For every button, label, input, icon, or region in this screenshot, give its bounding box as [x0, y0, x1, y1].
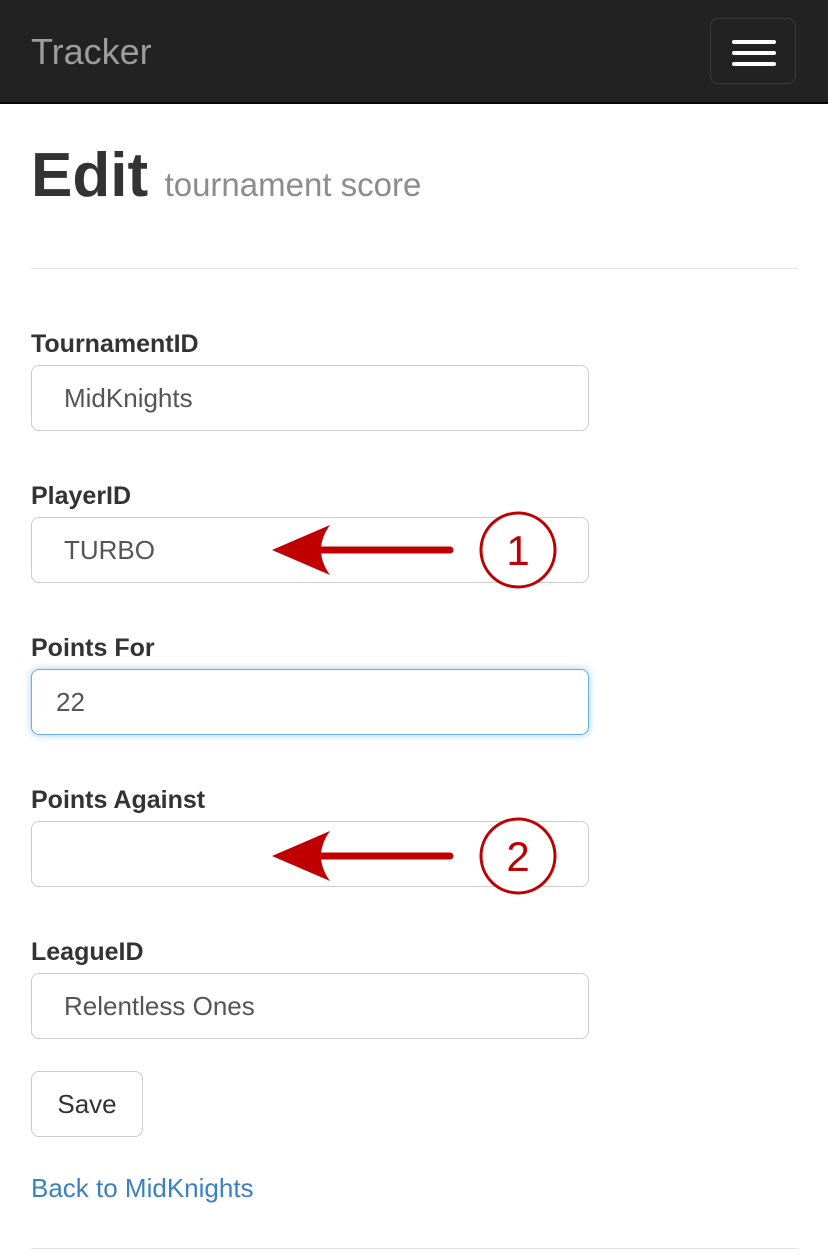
page-subtitle: tournament score — [164, 166, 422, 203]
page-title: Edit — [31, 141, 149, 210]
annotation-arrow-1: 1 — [272, 511, 557, 589]
header-divider — [31, 268, 798, 269]
player-id-label: PlayerID — [31, 482, 132, 510]
menu-toggle-button[interactable] — [710, 18, 796, 84]
page-edge — [828, 0, 832, 1256]
league-id-label: LeagueID — [31, 938, 144, 966]
navbar: Tracker — [0, 0, 828, 104]
annotation-number-1: 1 — [506, 527, 529, 574]
annotation-arrow-2: 2 — [272, 817, 557, 895]
points-for-input[interactable] — [31, 669, 589, 735]
tournament-id-input[interactable] — [31, 365, 589, 431]
points-for-label: Points For — [31, 634, 155, 662]
footer-divider — [31, 1248, 798, 1249]
league-id-input[interactable] — [31, 973, 589, 1039]
page-header: Edit tournament score — [31, 140, 421, 212]
annotation-number-2: 2 — [506, 833, 529, 880]
brand-link[interactable]: Tracker — [31, 30, 152, 74]
points-against-label: Points Against — [31, 786, 206, 814]
tournament-id-label: TournamentID — [31, 330, 199, 358]
back-link[interactable]: Back to MidKnights — [31, 1172, 254, 1204]
save-button[interactable]: Save — [31, 1071, 143, 1137]
